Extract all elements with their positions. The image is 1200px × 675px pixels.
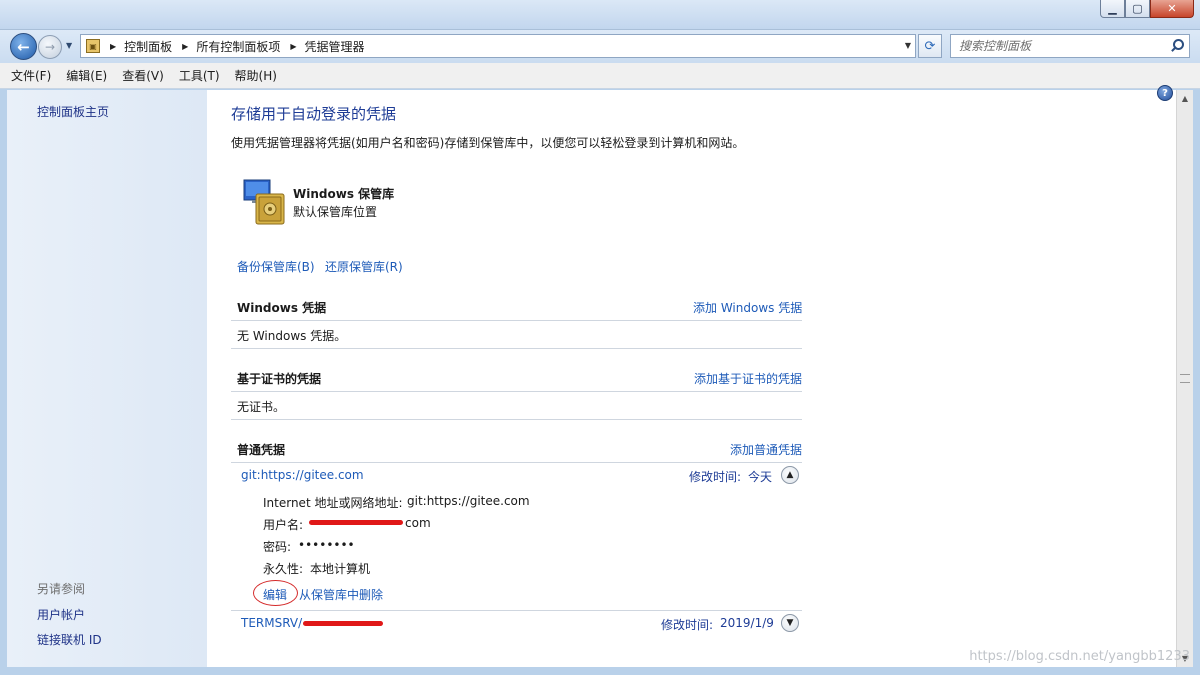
divider xyxy=(231,610,802,611)
restore-vault-link[interactable]: 还原保管库(R) xyxy=(325,258,403,275)
vault-subtitle: 默认保管库位置 xyxy=(293,205,378,219)
vertical-scrollbar[interactable]: ▲ ▼ xyxy=(1176,90,1193,667)
expand-button[interactable]: ▼ xyxy=(781,614,799,632)
detail-persistence-value: 本地计算机 xyxy=(310,562,371,576)
menu-help[interactable]: 帮助(H) xyxy=(235,67,277,84)
divider xyxy=(231,419,802,420)
address-bar[interactable]: ▣ ▶ 控制面板 ▶ 所有控制面板项 ▶ 凭据管理器 ▼ xyxy=(80,34,916,58)
menu-bar: 文件(F) 编辑(E) 查看(V) 工具(T) 帮助(H) xyxy=(0,63,1200,89)
detail-address-label: Internet 地址或网络地址: xyxy=(263,496,403,510)
window-frame-bottom xyxy=(0,667,1200,675)
credential-modified-value: 今天 xyxy=(748,470,773,484)
maximize-button[interactable]: ▢ xyxy=(1125,0,1150,18)
windows-credentials-empty: 无 Windows 凭据。 xyxy=(237,329,347,343)
collapse-button[interactable]: ▲ xyxy=(781,466,799,484)
refresh-button[interactable]: ⟳ xyxy=(918,34,942,58)
menu-edit[interactable]: 编辑(E) xyxy=(66,67,107,84)
add-certificate-credential-link[interactable]: 添加基于证书的凭据 xyxy=(694,370,802,387)
certificate-credentials-empty: 无证书。 xyxy=(237,400,286,414)
search-icon[interactable] xyxy=(1167,37,1185,55)
menu-tools[interactable]: 工具(T) xyxy=(179,67,220,84)
breadcrumb-item-control-panel[interactable]: 控制面板 xyxy=(124,38,172,55)
add-windows-credential-link[interactable]: 添加 Windows 凭据 xyxy=(693,299,802,316)
menu-file[interactable]: 文件(F) xyxy=(11,67,51,84)
credential-modified-label: 修改时间: xyxy=(661,618,714,632)
redaction-mark xyxy=(309,520,403,525)
left-pane: 控制面板主页 另请参阅 用户帐户 链接联机 ID xyxy=(7,90,207,667)
redaction-mark xyxy=(303,621,383,626)
control-panel-home-link[interactable]: 控制面板主页 xyxy=(37,103,109,120)
chevron-up-icon: ▲ xyxy=(786,470,794,480)
back-button[interactable]: ← xyxy=(10,33,37,60)
window-controls: ▁ ▢ ✕ xyxy=(1100,0,1194,18)
address-dropdown-icon[interactable]: ▼ xyxy=(905,41,911,50)
recent-pages-dropdown[interactable]: ▼ xyxy=(66,41,72,50)
forward-button[interactable]: → xyxy=(38,35,62,59)
divider xyxy=(231,320,802,321)
main-content xyxy=(207,90,1176,667)
arrow-left-icon: ← xyxy=(17,37,30,56)
vault-icon xyxy=(243,179,285,225)
breadcrumb-separator-icon[interactable]: ▶ xyxy=(290,42,296,51)
windows-credentials-heading: Windows 凭据 xyxy=(237,301,327,315)
backup-vault-link[interactable]: 备份保管库(B) xyxy=(237,258,315,275)
credential-modified-label: 修改时间: xyxy=(689,470,742,484)
scroll-up-icon[interactable]: ▲ xyxy=(1177,90,1193,107)
vault-title[interactable]: Windows 保管库 xyxy=(293,185,394,202)
breadcrumb-item-all-items[interactable]: 所有控制面板项 xyxy=(196,38,280,55)
detail-password-value: •••••••• xyxy=(298,538,355,552)
certificate-credentials-heading: 基于证书的凭据 xyxy=(237,372,322,386)
search-box xyxy=(950,34,1190,58)
user-accounts-link[interactable]: 用户帐户 xyxy=(37,606,85,623)
breadcrumb: ▶ 控制面板 ▶ 所有控制面板项 ▶ 凭据管理器 xyxy=(100,38,365,55)
detail-address-value: git:https://gitee.com xyxy=(407,494,530,508)
minimize-button[interactable]: ▁ xyxy=(1100,0,1125,18)
breadcrumb-item-credential-manager[interactable]: 凭据管理器 xyxy=(305,38,365,55)
link-online-id-link[interactable]: 链接联机 ID xyxy=(37,631,102,648)
divider xyxy=(231,348,802,349)
help-icon[interactable]: ? xyxy=(1157,85,1173,101)
divider xyxy=(231,462,802,463)
chevron-down-icon: ▼ xyxy=(786,618,794,628)
add-generic-credential-link[interactable]: 添加普通凭据 xyxy=(730,441,802,458)
scrollbar-grip[interactable] xyxy=(1180,374,1190,383)
breadcrumb-separator-icon[interactable]: ▶ xyxy=(182,42,188,51)
detail-persistence-label: 永久性: xyxy=(263,562,304,576)
page-title: 存储用于自动登录的凭据 xyxy=(231,105,397,123)
detail-password-label: 密码: xyxy=(263,540,292,554)
close-button[interactable]: ✕ xyxy=(1150,0,1194,18)
annotation-circle xyxy=(253,580,298,606)
detail-username-label: 用户名: xyxy=(263,518,304,532)
search-input[interactable] xyxy=(951,36,1167,56)
divider xyxy=(231,391,802,392)
credential-name-gitee[interactable]: git:https://gitee.com xyxy=(241,468,364,482)
credential-name-termsrv[interactable]: TERMSRV/ xyxy=(241,616,302,630)
breadcrumb-separator-icon[interactable]: ▶ xyxy=(110,42,116,51)
title-bar: ▁ ▢ ✕ xyxy=(0,0,1200,30)
arrow-right-icon: → xyxy=(44,40,56,54)
see-also-heading: 另请参阅 xyxy=(37,582,86,596)
page-description: 使用凭据管理器将凭据(如用户名和密码)存储到保管库中，以便您可以轻松登录到计算机… xyxy=(231,136,745,150)
remove-from-vault-link[interactable]: 从保管库中删除 xyxy=(299,586,383,603)
navigation-bar: ← → ▼ ▣ ▶ 控制面板 ▶ 所有控制面板项 ▶ 凭据管理器 ▼ ⟳ xyxy=(0,30,1200,63)
watermark: https://blog.csdn.net/yangbb1233 xyxy=(969,649,1190,664)
detail-username-suffix: com xyxy=(405,516,431,530)
credential-modified-value: 2019/1/9 xyxy=(720,616,774,630)
menu-view[interactable]: 查看(V) xyxy=(122,67,164,84)
generic-credentials-heading: 普通凭据 xyxy=(237,443,286,457)
control-panel-icon: ▣ xyxy=(86,39,100,53)
refresh-icon: ⟳ xyxy=(924,38,936,54)
